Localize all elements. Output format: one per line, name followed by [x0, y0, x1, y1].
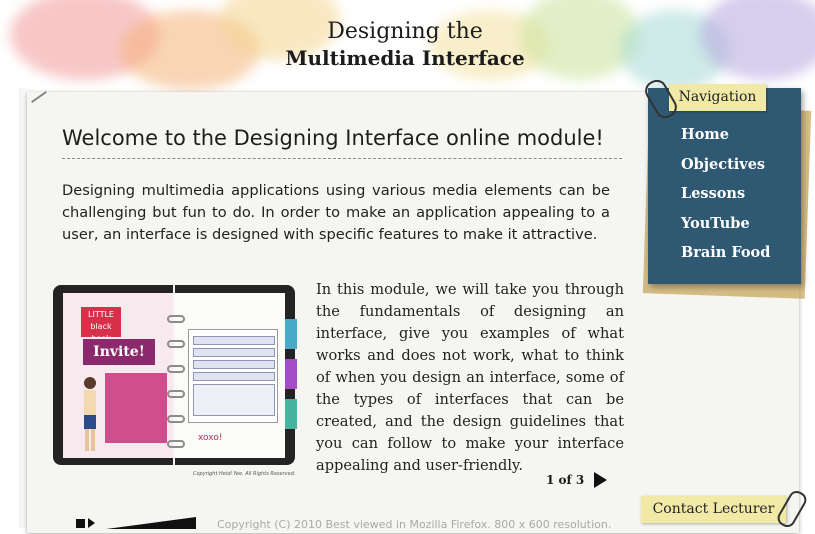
planner-pink-note — [105, 373, 167, 443]
form-row — [193, 372, 275, 381]
binder-ring — [167, 440, 185, 448]
planner-image: LITTLE black book Invite! xoxo! Copyrigh… — [53, 285, 301, 477]
person-illustration — [84, 377, 96, 451]
form-row — [193, 360, 275, 369]
watercolor-header: Designing the Multimedia Interface — [0, 0, 815, 95]
navigation-menu: Home Objectives Lessons YouTube Brain Fo… — [681, 126, 791, 274]
form-textarea — [193, 384, 275, 416]
next-arrow-icon[interactable] — [594, 472, 607, 488]
binder-ring — [167, 315, 185, 323]
planner-form — [188, 329, 278, 423]
intro-paragraph: Designing multimedia applications using … — [62, 182, 610, 243]
site-title: Designing the Multimedia Interface — [250, 18, 560, 72]
stop-icon[interactable] — [76, 519, 85, 528]
site-title-line1: Designing the — [327, 19, 483, 44]
planner-tab — [285, 359, 297, 389]
binder-ring — [167, 340, 185, 348]
play-icon[interactable] — [88, 518, 95, 528]
binder-ring — [167, 390, 185, 398]
nav-item-home[interactable]: Home — [681, 126, 791, 156]
binder-ring — [167, 365, 185, 373]
planner-logo: LITTLE black book — [81, 307, 121, 343]
navigation-tag: Navigation — [669, 84, 766, 111]
planner-xoxo: xoxo! — [198, 433, 223, 443]
nav-item-youtube[interactable]: YouTube — [681, 215, 791, 245]
module-paragraph: In this module, we will take you through… — [316, 281, 624, 474]
footer-copyright: Copyright (C) 2010 Best viewed in Mozill… — [217, 518, 612, 531]
planner-tab — [285, 319, 297, 349]
planner-left-page: LITTLE black book Invite! — [63, 293, 173, 458]
binder-ring — [167, 415, 185, 423]
form-row — [193, 348, 275, 357]
image-credit: Copyright Heidi Yee. All Rights Reserved… — [193, 471, 296, 477]
nav-item-brain-food[interactable]: Brain Food — [681, 244, 791, 274]
planner-invite-banner: Invite! — [83, 339, 155, 365]
form-row — [193, 336, 275, 345]
contact-lecturer-button[interactable]: Contact Lecturer — [641, 496, 786, 523]
nav-item-objectives[interactable]: Objectives — [681, 156, 791, 186]
site-title-line2: Multimedia Interface — [285, 46, 525, 70]
volume-icon[interactable] — [106, 517, 196, 529]
nav-item-lessons[interactable]: Lessons — [681, 185, 791, 215]
planner-tab — [285, 399, 297, 429]
page-indicator: 1 of 3 — [546, 473, 585, 487]
page-heading: Welcome to the Designing Interface onlin… — [62, 126, 622, 159]
